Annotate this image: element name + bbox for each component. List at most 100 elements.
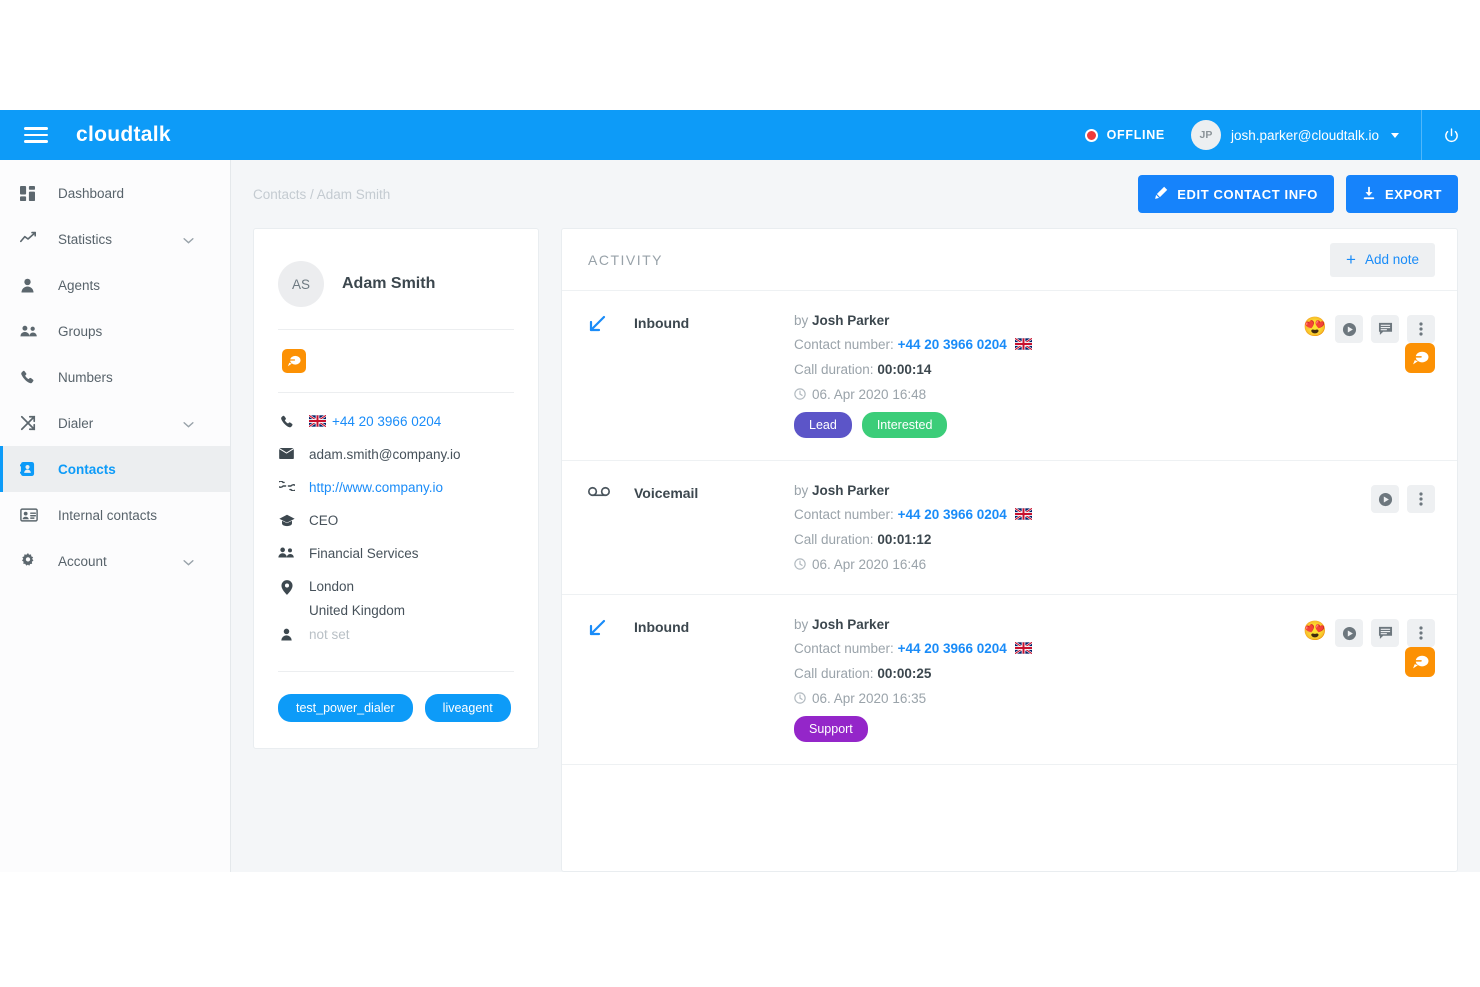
chat-bubble-icon[interactable] <box>1405 647 1435 677</box>
chevron-down-icon[interactable] <box>183 416 194 431</box>
contact-card: AS Adam Smith +44 20 3966 0204 adam.smit… <box>253 228 539 749</box>
uk-flag-icon <box>1015 338 1032 350</box>
detail-row-industry: Financial Services <box>278 545 514 578</box>
edit-contact-info-button[interactable]: EDIT CONTACT INFO <box>1138 175 1334 213</box>
activity-agent-line: by Josh Parker <box>794 617 890 632</box>
graduation-cap-icon <box>278 512 295 527</box>
activity-duration: 00:00:14 <box>877 362 932 377</box>
sidebar-item-dashboard[interactable]: Dashboard <box>0 170 230 216</box>
activity-duration-line: Call duration: 00:00:25 <box>794 666 932 681</box>
more-vertical-icon[interactable] <box>1407 485 1435 513</box>
play-icon[interactable] <box>1335 315 1363 343</box>
add-note-label: Add note <box>1364 252 1419 267</box>
status-badge[interactable]: OFFLINE <box>1084 128 1165 142</box>
chevron-down-icon[interactable] <box>183 232 194 247</box>
chevron-down-icon <box>1391 132 1399 138</box>
link-icon <box>278 479 295 491</box>
sidebar-item-label: Statistics <box>58 231 113 247</box>
clock-icon <box>794 692 806 704</box>
more-vertical-icon[interactable] <box>1407 315 1435 343</box>
activity-details: by Josh Parker Contact number: +44 20 39… <box>794 617 1303 742</box>
activity-agent: Josh Parker <box>812 617 890 632</box>
sidebar-item-numbers[interactable]: Numbers <box>0 354 230 400</box>
activity-row[interactable]: Voicemail by Josh Parker Contact number:… <box>562 461 1457 595</box>
sidebar-item-account[interactable]: Account <box>0 538 230 584</box>
activity-agent: Josh Parker <box>812 313 890 328</box>
activity-number[interactable]: +44 20 3966 0204 <box>898 641 1007 656</box>
hamburger-icon[interactable] <box>24 123 48 147</box>
detail-value-website[interactable]: http://www.company.io <box>309 479 443 495</box>
sidebar-item-groups[interactable]: Groups <box>0 308 230 354</box>
detail-value-email[interactable]: adam.smith@company.io <box>309 446 461 462</box>
detail-row-owner: not set <box>278 618 514 651</box>
comment-icon[interactable] <box>1371 619 1399 647</box>
activity-agent: Josh Parker <box>812 483 890 498</box>
pencil-icon <box>1154 186 1168 203</box>
activity-tag[interactable]: Support <box>794 716 868 742</box>
activity-duration-line: Call duration: 00:01:12 <box>794 532 932 547</box>
sidebar-item-dialer[interactable]: Dialer <box>0 400 230 446</box>
mail-icon <box>278 446 295 459</box>
play-icon[interactable] <box>1371 485 1399 513</box>
dialer-icon <box>20 415 46 431</box>
sidebar-item-agents[interactable]: Agents <box>0 262 230 308</box>
activity-panel: ACTIVITY + Add note Inbound by Josh Park… <box>561 228 1458 872</box>
activity-tags: Lead Interested <box>794 412 1303 438</box>
activity-timestamp: 06. Apr 2020 16:48 <box>812 387 927 402</box>
comment-icon[interactable] <box>1371 315 1399 343</box>
activity-row[interactable]: Inbound by Josh Parker Contact number: +… <box>562 291 1457 461</box>
main-content: Contacts / Adam Smith EDIT CONTACT INFO <box>231 160 1480 872</box>
clock-icon <box>794 388 806 400</box>
play-icon[interactable] <box>1335 619 1363 647</box>
sidebar-item-contacts[interactable]: Contacts <box>0 446 230 492</box>
activity-tags: Support <box>794 716 1303 742</box>
sidebar-item-label: Internal contacts <box>58 507 158 523</box>
status-label: OFFLINE <box>1106 128 1165 142</box>
activity-type: Voicemail <box>634 485 699 501</box>
activity-tag[interactable]: Interested <box>861 412 948 438</box>
detail-value-phone[interactable]: +44 20 3966 0204 <box>309 413 441 429</box>
activity-timestamp-line: 06. Apr 2020 16:35 <box>794 691 1303 706</box>
app-body: Dashboard Statistics Agents Groups Numbe… <box>0 160 1480 872</box>
detail-country: United Kingdom <box>309 603 406 618</box>
chat-bubble-icon[interactable] <box>1405 343 1435 373</box>
activity-tag[interactable]: Lead <box>794 412 852 438</box>
contact-tag[interactable]: liveagent <box>424 694 511 722</box>
contact-details-list: +44 20 3966 0204 adam.smith@company.io h… <box>278 393 514 651</box>
dashboard-icon <box>20 185 46 201</box>
export-button[interactable]: EXPORT <box>1345 175 1458 213</box>
add-note-button[interactable]: + Add note <box>1330 242 1435 277</box>
app-window: cloudtalk OFFLINE JP josh.parker@cloudta… <box>0 110 1480 872</box>
groups-icon <box>20 324 46 338</box>
detail-row-title: CEO <box>278 512 514 545</box>
sidebar-item-label: Dashboard <box>58 185 125 201</box>
chat-bubble-icon[interactable] <box>282 349 306 373</box>
activity-header: ACTIVITY + Add note <box>562 229 1457 291</box>
contact-tag[interactable]: test_power_dialer <box>278 694 413 722</box>
sidebar-item-internal-contacts[interactable]: Internal contacts <box>0 492 230 538</box>
activity-actions: 😍 <box>1303 617 1435 742</box>
user-menu[interactable]: JP josh.parker@cloudtalk.io <box>1190 120 1399 150</box>
contact-tags: test_power_dialer liveagent <box>278 672 514 722</box>
activity-number[interactable]: +44 20 3966 0204 <box>898 337 1007 352</box>
brand-logo[interactable]: cloudtalk <box>76 123 171 147</box>
clock-icon <box>794 558 806 570</box>
heart-eyes-emoji[interactable]: 😍 <box>1303 315 1327 341</box>
detail-value-owner: not set <box>309 627 350 642</box>
uk-flag-icon <box>1015 508 1032 520</box>
more-vertical-icon[interactable] <box>1407 619 1435 647</box>
avatar: JP <box>1190 120 1221 150</box>
sidebar-item-label: Agents <box>58 277 101 293</box>
power-icon[interactable] <box>1422 110 1480 160</box>
chevron-down-icon[interactable] <box>183 554 194 569</box>
heart-eyes-emoji[interactable]: 😍 <box>1303 619 1327 645</box>
activity-number[interactable]: +44 20 3966 0204 <box>898 507 1007 522</box>
breadcrumb[interactable]: Contacts / Adam Smith <box>253 187 390 202</box>
phone-icon <box>278 413 295 429</box>
sidebar-item-statistics[interactable]: Statistics <box>0 216 230 262</box>
contact-name: Adam Smith <box>342 275 436 292</box>
activity-details: by Josh Parker Contact number: +44 20 39… <box>794 313 1303 438</box>
activity-row[interactable]: Inbound by Josh Parker Contact number: +… <box>562 595 1457 765</box>
status-dot-icon <box>1084 128 1098 142</box>
arrow-inbound-icon <box>588 617 634 742</box>
